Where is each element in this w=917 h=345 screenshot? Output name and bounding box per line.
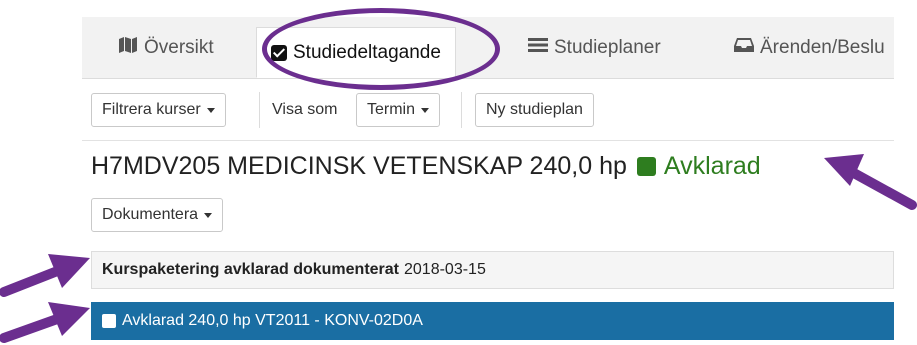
package-panel: Kurspaketering avklarad dokumenterat 201… bbox=[91, 251, 894, 289]
tab-studiedeltagande[interactable]: Studiedeltagande bbox=[256, 27, 456, 78]
toolbar-divider bbox=[82, 140, 894, 141]
view-as-label: Visa som bbox=[272, 101, 338, 118]
filter-courses-button[interactable]: Filtrera kurser bbox=[91, 93, 226, 127]
checkbox-icon bbox=[271, 44, 287, 61]
filter-courses-label: Filtrera kurser bbox=[102, 101, 201, 118]
tab-label: Ärenden/Beslu bbox=[760, 36, 885, 58]
course-row-text: Avklarad 240,0 hp VT2011 - KONV-02D0A bbox=[122, 312, 423, 329]
package-date: 2018-03-15 bbox=[404, 261, 486, 278]
tab-arenden[interactable]: Ärenden/Beslu bbox=[734, 17, 885, 78]
map-icon bbox=[118, 36, 138, 60]
divider bbox=[259, 92, 260, 128]
new-study-plan-button[interactable]: Ny studieplan bbox=[475, 93, 594, 127]
document-button[interactable]: Dokumentera bbox=[91, 198, 224, 232]
tab-label: Studieplaner bbox=[554, 36, 661, 58]
caret-down-icon bbox=[206, 107, 215, 113]
arrow-icon bbox=[824, 154, 917, 210]
tab-studieplaner[interactable]: Studieplaner bbox=[528, 17, 661, 78]
tab-bar: Översikt Studiedeltagande Studieplaner Ä… bbox=[82, 17, 894, 79]
program-title: H7MDV205 MEDICINSK VETENSKAP 240,0 hp bbox=[91, 152, 627, 180]
program-heading: H7MDV205 MEDICINSK VETENSKAP 240,0 hp Av… bbox=[91, 152, 761, 181]
document-label: Dokumentera bbox=[102, 206, 199, 223]
arrow-icon bbox=[0, 254, 90, 297]
status-square-icon bbox=[636, 157, 656, 176]
list-icon bbox=[528, 37, 548, 59]
inbox-icon bbox=[734, 37, 754, 59]
divider bbox=[461, 92, 462, 128]
new-study-plan-label: Ny studieplan bbox=[486, 101, 583, 118]
tab-oversikt[interactable]: Översikt bbox=[118, 17, 214, 78]
course-row[interactable]: Avklarad 240,0 hp VT2011 - KONV-02D0A bbox=[91, 302, 894, 340]
checkbox[interactable] bbox=[102, 314, 116, 328]
view-as-select[interactable]: Termin bbox=[356, 93, 441, 127]
view-as-value: Termin bbox=[367, 101, 416, 118]
arrow-icon bbox=[0, 302, 90, 343]
package-status: Kurspaketering avklarad dokumenterat bbox=[102, 261, 399, 278]
caret-down-icon bbox=[421, 107, 430, 113]
status-text: Avklarad bbox=[663, 152, 761, 180]
caret-down-icon bbox=[204, 212, 213, 218]
tab-label: Översikt bbox=[144, 36, 214, 58]
tab-label: Studiedeltagande bbox=[293, 41, 441, 63]
